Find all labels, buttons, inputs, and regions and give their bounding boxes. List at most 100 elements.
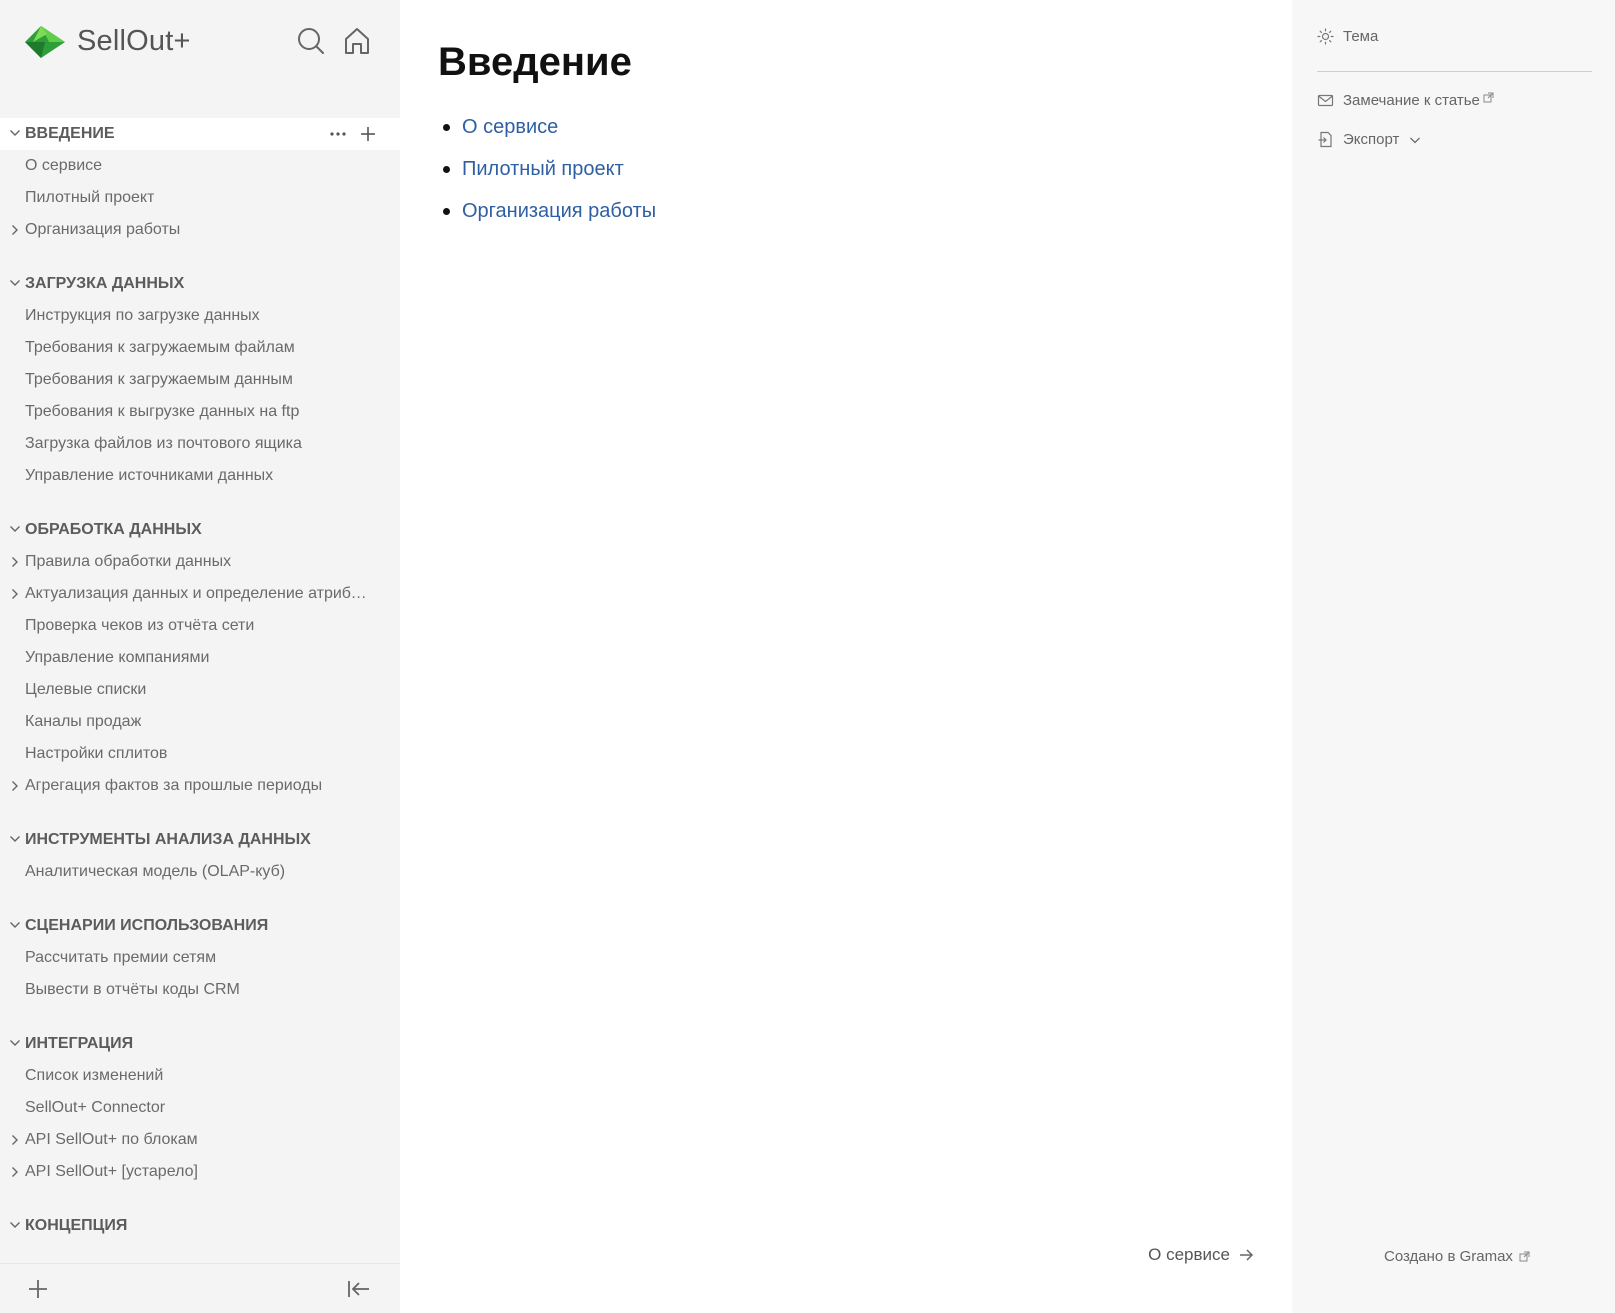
search-button[interactable] xyxy=(294,24,328,58)
chevron-down-icon[interactable] xyxy=(9,919,21,931)
sidebar-item-4-1[interactable]: Вывести в отчёты коды CRM xyxy=(0,974,370,1006)
catalog-navigation: ВВЕДЕНИЕ О сервисе Пилотный проект Организа… xyxy=(0,118,400,1264)
sidebar-item-3-0[interactable]: Аналитическая модель (OLAP-куб) xyxy=(0,856,370,888)
add-item-icon[interactable] xyxy=(358,124,378,144)
sidebar-section-1[interactable]: ЗАГРУЗКА ДАННЫХ xyxy=(0,268,400,300)
chevron-right-icon[interactable] xyxy=(9,224,21,236)
chevron-down-icon xyxy=(1410,137,1421,143)
mail-icon xyxy=(1317,94,1334,107)
sidebar-item-2-3[interactable]: Управление компаниями xyxy=(0,642,370,674)
sidebar-item-label: Каналы продаж xyxy=(25,713,142,730)
sidebar-item-0-1[interactable]: Пилотный проект xyxy=(0,182,370,214)
sidebar-section: КОНЦЕПЦИЯ xyxy=(0,1210,400,1242)
link-pilot-project[interactable]: Пилотный проект xyxy=(462,158,624,180)
chevron-down-icon[interactable] xyxy=(9,833,21,845)
link-work-organization[interactable]: Организация работы xyxy=(462,200,656,222)
sidebar-item-2-1[interactable]: Актуализация данных и определение атрибу… xyxy=(0,578,370,610)
sidebar-item-1-1[interactable]: Требования к загружаемым файлам xyxy=(0,332,370,364)
home-button[interactable] xyxy=(340,24,374,58)
sidebar-item-1-3[interactable]: Требования к выгрузке данных на ftp xyxy=(0,396,370,428)
app-title[interactable]: SellOut+ xyxy=(77,25,191,58)
section-title: СЦЕНАРИИ ИСПОЛЬЗОВАНИЯ xyxy=(25,917,269,934)
sidebar-item-label: О сервисе xyxy=(25,157,103,174)
sidebar-item-5-3[interactable]: API SellOut+ [устарело] xyxy=(0,1156,370,1188)
export-dropdown[interactable]: Экспорт xyxy=(1317,131,1422,148)
chevron-down-icon[interactable] xyxy=(9,1037,21,1049)
sidebar-item-label: Рассчитать премии сетям xyxy=(25,949,217,966)
feedback-label: Замечание к статье xyxy=(1343,92,1480,109)
section-title: ИНСТРУМЕНТЫ АНАЛИЗА ДАННЫХ xyxy=(25,831,311,848)
feedback-link[interactable]: Замечание к статье xyxy=(1317,92,1494,109)
chevron-right-icon[interactable] xyxy=(9,780,21,792)
sidebar-item-5-1[interactable]: SellOut+ Connector xyxy=(0,1092,370,1124)
home-icon xyxy=(345,28,369,54)
sidebar-section-6[interactable]: КОНЦЕПЦИЯ xyxy=(0,1210,400,1242)
sidebar-item-2-7[interactable]: Агрегация фактов за прошлые периоды xyxy=(0,770,370,802)
link-about-service[interactable]: О сервисе xyxy=(462,116,558,138)
sellout-logo-icon[interactable] xyxy=(25,24,65,60)
sidebar-section-3[interactable]: ИНСТРУМЕНТЫ АНАЛИЗА ДАННЫХ xyxy=(0,824,400,856)
sidebar-item-label: Управление источниками данных xyxy=(25,467,274,484)
sidebar-section-5[interactable]: ИНТЕГРАЦИЯ xyxy=(0,1028,400,1060)
sidebar-item-0-2[interactable]: Организация работы xyxy=(0,214,370,246)
sidebar-item-label: SellOut+ Connector xyxy=(25,1099,166,1116)
sidebar-item-0-0[interactable]: О сервисе xyxy=(0,150,370,182)
sidebar-item-label: Пилотный проект xyxy=(25,189,155,206)
chevron-down-icon[interactable] xyxy=(9,127,21,139)
sidebar-item-5-2[interactable]: API SellOut+ по блокам xyxy=(0,1124,370,1156)
sidebar-item-2-0[interactable]: Правила обработки данных xyxy=(0,546,370,578)
more-options-icon[interactable] xyxy=(328,124,348,144)
list-item: Пилотный проект xyxy=(438,154,656,196)
plus-icon xyxy=(29,1280,47,1298)
sidebar-item-label: Инструкция по загрузке данных xyxy=(25,307,260,324)
sidebar-section-2[interactable]: ОБРАБОТКА ДАННЫХ xyxy=(0,514,400,546)
sidebar-item-label: Актуализация данных и определение атрибу… xyxy=(25,585,370,602)
section-title: ЗАГРУЗКА ДАННЫХ xyxy=(25,275,185,292)
section-title: КОНЦЕПЦИЯ xyxy=(25,1217,128,1234)
header-bar: SellOut+ xyxy=(25,22,375,62)
theme-toggle[interactable]: Тема xyxy=(1317,28,1378,45)
chevron-down-icon[interactable] xyxy=(9,277,21,289)
external-link-icon xyxy=(1483,92,1494,103)
sidebar-item-label: Требования к загружаемым файлам xyxy=(25,339,295,356)
sun-icon xyxy=(1317,28,1334,45)
arrow-right-icon xyxy=(1240,1249,1254,1261)
sidebar-item-4-0[interactable]: Рассчитать премии сетям xyxy=(0,942,370,974)
next-article-link[interactable]: О сервисе xyxy=(1148,1245,1254,1265)
sidebar-item-label: Проверка чеков из отчёта сети xyxy=(25,617,255,634)
sidebar-section-4[interactable]: СЦЕНАРИИ ИСПОЛЬЗОВАНИЯ xyxy=(0,910,400,942)
sidebar-item-label: Список изменений xyxy=(25,1067,164,1084)
collapse-sidebar-button[interactable] xyxy=(346,1276,372,1302)
sidebar-item-2-6[interactable]: Настройки сплитов xyxy=(0,738,370,770)
sidebar-item-label: Правила обработки данных xyxy=(25,553,232,570)
sidebar-footer xyxy=(0,1263,400,1313)
article-content: Введение О сервисе Пилотный проект Орган… xyxy=(400,0,1292,1313)
next-article-label: О сервисе xyxy=(1148,1245,1230,1264)
sidebar-item-1-0[interactable]: Инструкция по загрузке данных xyxy=(0,300,370,332)
sidebar-item-2-4[interactable]: Целевые списки xyxy=(0,674,370,706)
sidebar-section-0[interactable]: ВВЕДЕНИЕ xyxy=(0,118,400,150)
sidebar-item-1-2[interactable]: Требования к загружаемым данным xyxy=(0,364,370,396)
search-icon xyxy=(298,28,324,54)
chevron-down-icon[interactable] xyxy=(9,1219,21,1231)
sidebar-item-2-5[interactable]: Каналы продаж xyxy=(0,706,370,738)
chevron-right-icon[interactable] xyxy=(9,1134,21,1146)
chevron-right-icon[interactable] xyxy=(9,1166,21,1178)
sidebar-item-2-2[interactable]: Проверка чеков из отчёта сети xyxy=(0,610,370,642)
page-title: Введение xyxy=(438,40,632,84)
sidebar: SellOut+ ВВЕДЕНИЕ О сервисе Пилотный проек… xyxy=(0,0,400,1313)
sidebar-item-label: Агрегация фактов за прошлые периоды xyxy=(25,777,323,794)
chevron-right-icon[interactable] xyxy=(9,556,21,568)
sidebar-item-label: Аналитическая модель (OLAP-куб) xyxy=(25,863,286,880)
section-title: ИНТЕГРАЦИЯ xyxy=(25,1035,134,1052)
sidebar-section: ИНТЕГРАЦИЯ Список изменений SellOut+ Conne… xyxy=(0,1028,400,1188)
sidebar-item-5-0[interactable]: Список изменений xyxy=(0,1060,370,1092)
sidebar-item-1-5[interactable]: Управление источниками данных xyxy=(0,460,370,492)
sidebar-item-label: Загрузка файлов из почтового ящика xyxy=(25,435,302,452)
add-article-button[interactable] xyxy=(25,1276,51,1302)
list-item: О сервисе xyxy=(438,112,656,154)
made-with-gramax-link[interactable]: Создано в Gramax xyxy=(1384,1248,1530,1265)
chevron-down-icon[interactable] xyxy=(9,523,21,535)
chevron-right-icon[interactable] xyxy=(9,588,21,600)
sidebar-item-1-4[interactable]: Загрузка файлов из почтового ящика xyxy=(0,428,370,460)
